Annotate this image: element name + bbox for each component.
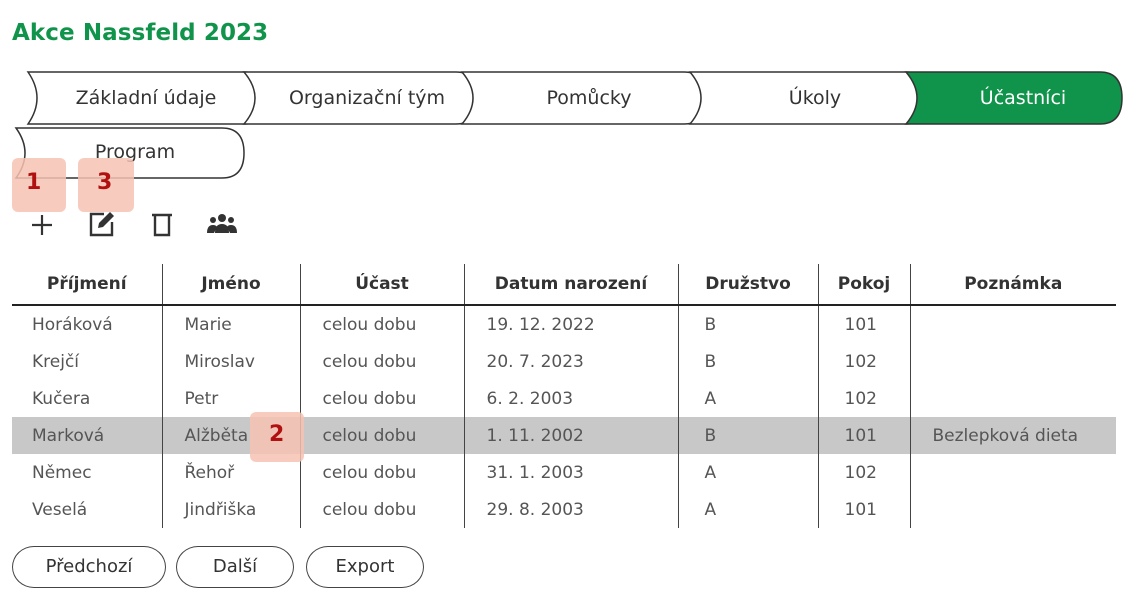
- tab-label: Účastníci: [979, 87, 1067, 109]
- cell-room: 101: [817, 417, 910, 454]
- cell-surname: Kučera: [32, 388, 91, 409]
- delete-button[interactable]: [146, 205, 178, 237]
- export-button[interactable]: Export: [306, 546, 424, 588]
- tab-tasks[interactable]: Úkoly: [708, 72, 922, 124]
- cell-note: [909, 380, 1116, 417]
- cell-note: [909, 491, 1116, 528]
- tab-tools[interactable]: Pomůcky: [480, 72, 698, 124]
- edit-button[interactable]: [86, 205, 118, 237]
- cell-birth-date: 1. 11. 2002: [463, 417, 678, 454]
- tab-label: Pomůcky: [546, 87, 632, 109]
- cell-team: A: [677, 380, 818, 417]
- annotation-number-3: 3: [97, 170, 113, 195]
- cell-surname: Horáková: [32, 314, 113, 335]
- cell-birth-date: 31. 1. 2003: [463, 454, 678, 491]
- tab-org-team[interactable]: Organizační tým: [262, 72, 472, 124]
- tab-participants[interactable]: Účastníci: [926, 72, 1120, 124]
- cell-team: A: [677, 491, 818, 528]
- cell-attendance: celou dobu: [299, 417, 464, 454]
- tab-label: Organizační tým: [288, 87, 446, 109]
- cell-team: A: [677, 454, 818, 491]
- cell-surname: Veselá: [32, 499, 88, 520]
- participants-table: Příjmení Jméno Účast Datum narození Druž…: [12, 264, 1116, 528]
- trash-icon: [152, 213, 172, 237]
- cell-room: 101: [817, 305, 910, 343]
- tab-basic-info[interactable]: Základní údaje: [34, 72, 258, 124]
- cell-surname: Krejčí: [32, 351, 80, 372]
- column-header-attendance[interactable]: Účast: [299, 264, 464, 306]
- table-row-selected[interactable]: Marková Alžběta celou dobu 1. 11. 2002 B…: [12, 417, 1116, 454]
- cell-surname: Němec: [32, 462, 92, 483]
- table-row[interactable]: Veselá Jindřiška celou dobu 29. 8. 2003 …: [12, 491, 1116, 528]
- cell-team: B: [677, 417, 818, 454]
- cell-attendance: celou dobu: [299, 380, 464, 417]
- table-row[interactable]: Kučera Petr celou dobu 6. 2. 2003 A 102: [12, 380, 1116, 417]
- cell-birth-date: 20. 7. 2023: [463, 343, 678, 380]
- column-header-note[interactable]: Poznámka: [909, 264, 1116, 306]
- group-button[interactable]: [206, 205, 238, 237]
- tab-label: Úkoly: [788, 87, 842, 109]
- cell-room: 102: [817, 454, 910, 491]
- cell-note: [909, 454, 1116, 491]
- column-header-name[interactable]: Jméno: [161, 264, 300, 306]
- cell-attendance: celou dobu: [299, 343, 464, 380]
- cell-room: 101: [817, 491, 910, 528]
- cell-surname: Marková: [12, 417, 162, 454]
- cell-name: Jindřiška: [161, 491, 300, 528]
- cell-name: Miroslav: [161, 343, 300, 380]
- cell-note: [909, 343, 1116, 380]
- annotation-number-2: 2: [269, 422, 285, 447]
- cell-note: [909, 305, 1116, 343]
- previous-button[interactable]: Předchozí: [12, 546, 166, 588]
- table-row[interactable]: Němec Řehoř celou dobu 31. 1. 2003 A 102: [12, 454, 1116, 491]
- group-icon: [207, 214, 237, 233]
- table-row[interactable]: Horáková Marie celou dobu 19. 12. 2022 B…: [12, 305, 1116, 343]
- column-header-birth-date[interactable]: Datum narození: [463, 264, 678, 306]
- add-button[interactable]: [26, 205, 58, 237]
- cell-team: B: [677, 305, 818, 343]
- cell-room: 102: [817, 380, 910, 417]
- plus-icon: [32, 215, 52, 235]
- table-header-row: Příjmení Jméno Účast Datum narození Druž…: [12, 264, 1116, 306]
- column-header-room[interactable]: Pokoj: [817, 264, 910, 306]
- cell-attendance: celou dobu: [299, 305, 464, 343]
- table-row[interactable]: Krejčí Miroslav celou dobu 20. 7. 2023 B…: [12, 343, 1116, 380]
- column-header-team[interactable]: Družstvo: [677, 264, 818, 306]
- cell-room: 102: [817, 343, 910, 380]
- cell-name: Marie: [161, 305, 300, 343]
- cell-birth-date: 19. 12. 2022: [463, 305, 678, 343]
- cell-attendance: celou dobu: [299, 454, 464, 491]
- next-button[interactable]: Další: [176, 546, 294, 588]
- cell-team: B: [677, 343, 818, 380]
- column-header-surname[interactable]: Příjmení: [12, 264, 162, 306]
- annotation-number-1: 1: [26, 170, 42, 195]
- edit-icon: [89, 212, 114, 237]
- page-title: Akce Nassfeld 2023: [12, 20, 269, 46]
- cell-note: Bezlepková dieta: [909, 417, 1116, 454]
- cell-birth-date: 6. 2. 2003: [463, 380, 678, 417]
- cell-birth-date: 29. 8. 2003: [463, 491, 678, 528]
- cell-attendance: celou dobu: [299, 491, 464, 528]
- tab-label: Základní údaje: [75, 87, 217, 109]
